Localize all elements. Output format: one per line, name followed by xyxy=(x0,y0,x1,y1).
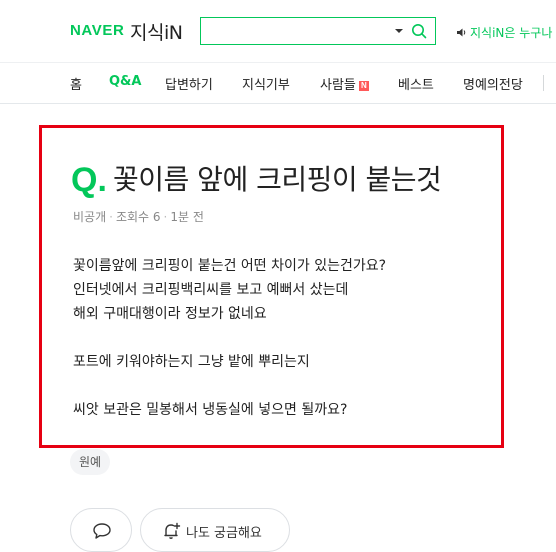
tab-home[interactable]: 홈 xyxy=(70,74,82,93)
body-line: 꽃이름앞에 크리핑이 붙는건 어떤 차이가 있는건가요? xyxy=(73,258,387,274)
main-nav: 홈 Q&A 답변하기 지식기부 사람들 N 베스트 명예의전당 xyxy=(0,62,556,104)
view-count: 조회수 6 xyxy=(115,210,161,224)
body-line: 인터넷에서 크리핑백리씨를 보고 예뻐서 샀는데 xyxy=(73,282,349,298)
meta-separator: · xyxy=(163,210,168,224)
tab-donate[interactable]: 지식기부 xyxy=(242,74,290,93)
promo-link[interactable]: 지식iN은 누구나 xyxy=(456,24,552,41)
search-box xyxy=(200,17,436,45)
curious-button[interactable]: 나도 궁금해요 xyxy=(140,508,290,552)
question-mark: Q. xyxy=(71,161,107,199)
tag-chip[interactable]: 원예 xyxy=(70,449,111,475)
author: 비공개 xyxy=(73,210,107,224)
tab-people[interactable]: 사람들 N xyxy=(320,74,369,93)
caret-down-icon[interactable] xyxy=(395,29,403,33)
naver-logo[interactable]: NAVER xyxy=(70,22,124,39)
question-title: 꽃이름 앞에 크리핑이 붙는것 xyxy=(113,163,442,196)
tab-answer[interactable]: 답변하기 xyxy=(165,74,213,93)
tab-qna[interactable]: Q&A xyxy=(109,74,141,89)
comment-icon xyxy=(93,523,111,539)
curious-label: 나도 궁금해요 xyxy=(186,526,262,541)
question-meta: 비공개 · 조회수 6 · 1분 전 xyxy=(73,208,204,225)
body-line: 해외 구매대행이라 정보가 없네요 xyxy=(73,306,267,322)
body-line: 씨앗 보관은 밀봉해서 냉동실에 넣으면 될까요? xyxy=(73,402,348,418)
search-icon[interactable] xyxy=(411,23,427,39)
speaker-icon xyxy=(457,28,466,37)
tab-people-label: 사람들 xyxy=(320,78,356,93)
promo-text: 지식iN은 누구나 xyxy=(470,26,553,40)
question-body: 꽃이름앞에 크리핑이 붙는건 어떤 차이가 있는건가요? 인터넷에서 크리핑백리… xyxy=(73,254,493,422)
comment-button[interactable] xyxy=(70,508,132,552)
header: NAVER 지식iN 지식iN은 누구나 xyxy=(0,0,556,62)
body-line: 포트에 키워야하는지 그냥 밭에 뿌리는지 xyxy=(73,354,310,370)
tab-best[interactable]: 베스트 xyxy=(398,74,434,93)
question-card: Q. 꽃이름 앞에 크리핑이 붙는것 비공개 · 조회수 6 · 1분 전 꽃이름앞에 … xyxy=(39,125,504,448)
nav-divider xyxy=(543,75,544,91)
tab-hall-of-fame[interactable]: 명예의전당 xyxy=(463,74,523,93)
post-time: 1분 전 xyxy=(170,210,204,224)
search-input[interactable] xyxy=(207,21,389,43)
bell-plus-icon xyxy=(164,522,181,539)
new-badge: N xyxy=(358,81,369,91)
meta-separator: · xyxy=(109,210,113,224)
kin-logo[interactable]: 지식iN xyxy=(130,18,183,45)
